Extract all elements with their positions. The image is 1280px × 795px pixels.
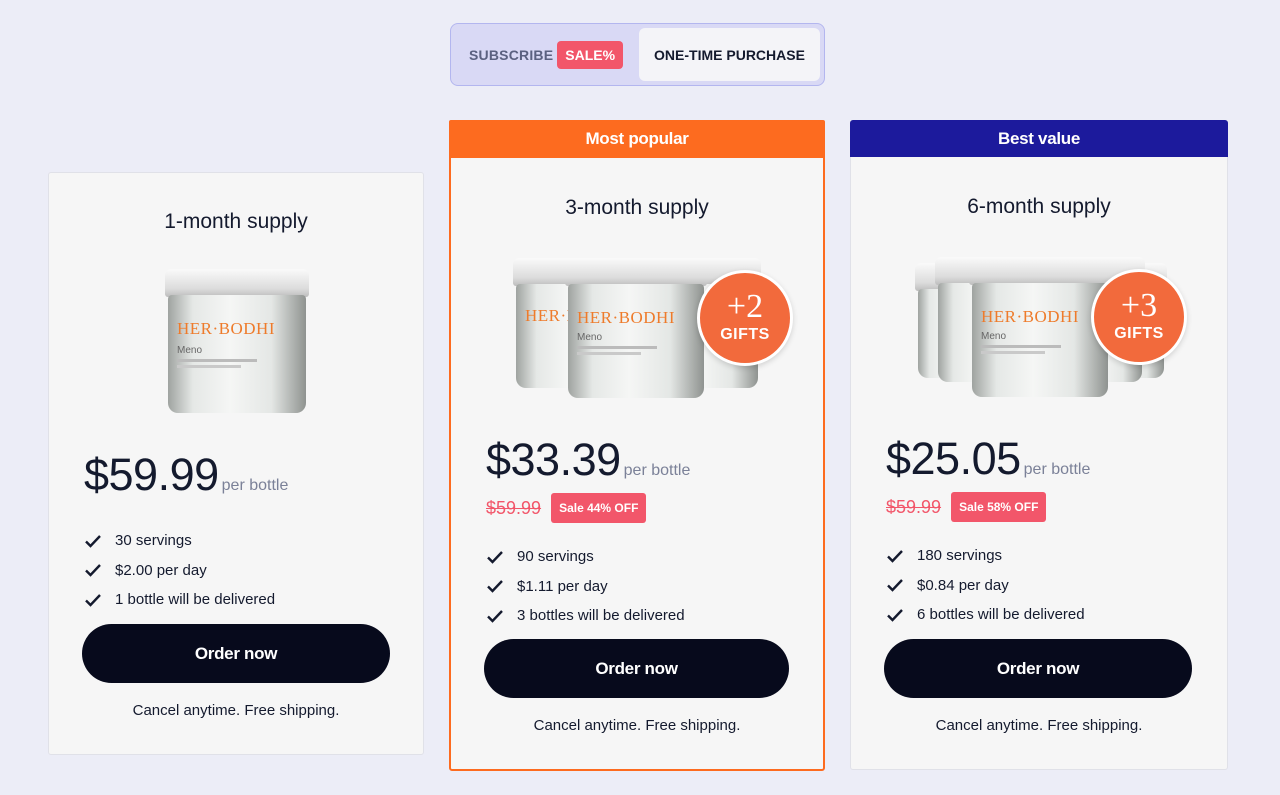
sale-pill: SALE% xyxy=(557,40,624,69)
jar-product-name: Meno xyxy=(577,332,603,343)
jar-image: HER·BODHI Meno xyxy=(969,257,1111,397)
subscribe-label: SUBSCRIBE xyxy=(469,46,554,63)
best-value-ribbon: Best value xyxy=(850,120,1228,157)
list-item: $0.84 per day xyxy=(886,571,1085,601)
feature-text: $2.00 per day xyxy=(115,561,207,579)
plan-card-1-month: 1-month supply HER·BODHI Meno $59.99 per… xyxy=(48,172,424,755)
check-icon xyxy=(486,607,504,625)
list-item: 3 bottles will be delivered xyxy=(486,601,685,631)
per-bottle-label: per bottle xyxy=(623,462,691,479)
product-image: HER·BODHI Meno xyxy=(165,269,309,413)
plan-card-6-month: Best value 6-month supply HER·BODHI Meno… xyxy=(850,120,1228,770)
list-item: 90 servings xyxy=(486,542,685,572)
order-now-button[interactable]: Order now xyxy=(82,624,390,683)
feature-list: 30 servings $2.00 per day 1 bottle will … xyxy=(84,526,275,615)
list-item: 6 bottles will be delivered xyxy=(886,600,1085,630)
check-icon xyxy=(84,591,102,609)
per-bottle-label: per bottle xyxy=(1023,461,1091,478)
plan-title: 1-month supply xyxy=(164,210,308,233)
gifts-badge: +2 GIFTS xyxy=(697,270,793,366)
gifts-count: +3 xyxy=(1120,287,1158,324)
gifts-word: GIFTS xyxy=(1114,325,1164,342)
order-now-button[interactable]: Order now xyxy=(484,639,789,698)
footnote: Cancel anytime. Free shipping. xyxy=(533,717,741,734)
list-item: 30 servings xyxy=(84,526,275,556)
feature-text: 30 servings xyxy=(115,532,192,550)
feature-text: $0.84 per day xyxy=(917,576,1009,594)
plan-card-3-month: Most popular 3-month supply HER·BODHI HE… xyxy=(449,120,825,771)
one-time-purchase-option[interactable]: ONE-TIME PURCHASE xyxy=(639,28,820,81)
jar-image: HER·BODHI Meno xyxy=(565,258,707,398)
feature-text: 1 bottle will be delivered xyxy=(115,591,276,609)
list-item: 180 servings xyxy=(886,541,1085,571)
old-price: $59.99 xyxy=(486,497,542,518)
gifts-badge: +3 GIFTS xyxy=(1091,269,1187,365)
list-item: $1.11 per day xyxy=(486,572,685,602)
gifts-count: +2 xyxy=(726,288,764,325)
purchase-type-toggle: SUBSCRIBE SALE% ONE-TIME PURCHASE xyxy=(450,23,825,86)
jar-image: HER·BODHI Meno xyxy=(165,269,309,413)
jar-brand-label: HER·BODHI xyxy=(577,308,675,327)
feature-list: 180 servings $0.84 per day 6 bottles wil… xyxy=(886,541,1085,630)
order-now-button[interactable]: Order now xyxy=(884,639,1192,698)
jar-brand-label: HER·BODHI xyxy=(177,319,275,338)
feature-text: 6 bottles will be delivered xyxy=(917,606,1085,624)
footnote: Cancel anytime. Free shipping. xyxy=(935,717,1143,734)
feature-text: 90 servings xyxy=(517,548,594,566)
price-row: $59.99 per bottle xyxy=(84,449,288,501)
feature-text: $1.11 per day xyxy=(517,577,608,595)
price: $59.99 xyxy=(84,449,219,500)
feature-text: 3 bottles will be delivered xyxy=(517,607,685,625)
check-icon xyxy=(84,561,102,579)
per-bottle-label: per bottle xyxy=(221,477,289,494)
check-icon xyxy=(84,532,102,550)
sale-row: $59.99 Sale 58% OFF xyxy=(886,492,1047,522)
check-icon xyxy=(486,548,504,566)
jar-product-name: Meno xyxy=(981,331,1007,342)
sale-badge: Sale 44% OFF xyxy=(551,493,647,523)
sale-row: $59.99 Sale 44% OFF xyxy=(486,493,647,523)
check-icon xyxy=(886,576,904,594)
jar-brand-label: HER·BODHI xyxy=(981,307,1079,326)
product-image: HER·BODHI Meno +3 GIFTS xyxy=(913,251,1193,401)
price-row: $25.05 per bottle xyxy=(886,433,1090,485)
feature-text: 180 servings xyxy=(917,547,1003,565)
plan-title: 6-month supply xyxy=(967,195,1111,218)
sale-badge: Sale 58% OFF xyxy=(951,492,1047,522)
list-item: 1 bottle will be delivered xyxy=(84,585,275,615)
check-icon xyxy=(886,606,904,624)
footnote: Cancel anytime. Free shipping. xyxy=(132,702,340,719)
check-icon xyxy=(886,547,904,565)
old-price: $59.99 xyxy=(886,496,942,517)
gifts-word: GIFTS xyxy=(720,326,770,343)
most-popular-ribbon: Most popular xyxy=(449,120,825,158)
product-image: HER·BODHI HER·BODHI Meno +2 GIFTS xyxy=(511,252,793,402)
price-row: $33.39 per bottle xyxy=(486,434,690,486)
jar-product-name: Meno xyxy=(177,345,203,356)
plan-title: 3-month supply xyxy=(565,196,709,219)
price: $33.39 xyxy=(486,434,621,485)
check-icon xyxy=(486,577,504,595)
price: $25.05 xyxy=(886,433,1021,484)
feature-list: 90 servings $1.11 per day 3 bottles will… xyxy=(486,542,685,631)
subscribe-option[interactable]: SUBSCRIBE SALE% xyxy=(455,28,639,81)
list-item: $2.00 per day xyxy=(84,556,275,586)
